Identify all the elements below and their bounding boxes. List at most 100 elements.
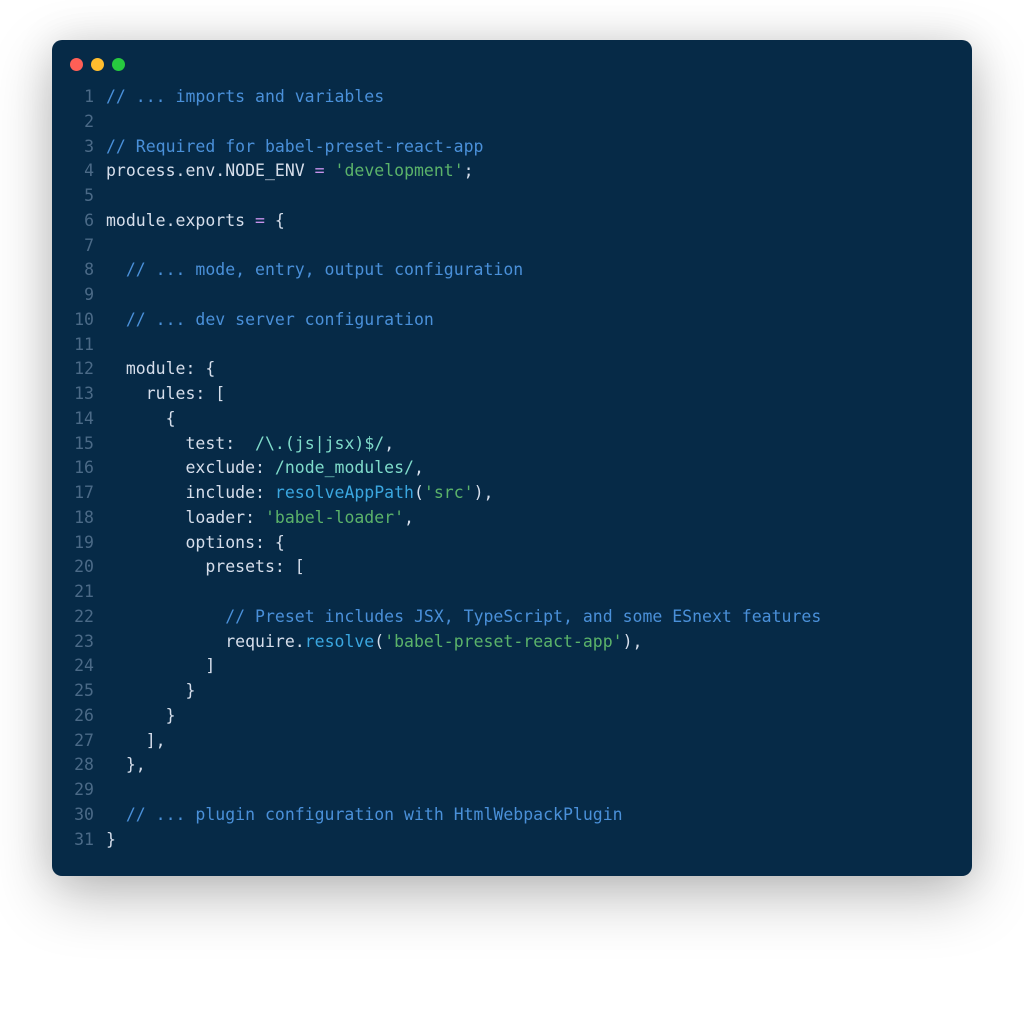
- code-line: 31}: [52, 828, 952, 853]
- token: [106, 805, 126, 824]
- line-number: 15: [52, 432, 106, 457]
- token: : {: [185, 359, 215, 378]
- line-number: 24: [52, 654, 106, 679]
- window-titlebar: [52, 58, 972, 85]
- code-content: {: [106, 407, 952, 432]
- code-line: 14 {: [52, 407, 952, 432]
- code-line: 24 ]: [52, 654, 952, 679]
- token: ),: [474, 483, 494, 502]
- code-line: 30 // ... plugin configuration with Html…: [52, 803, 952, 828]
- code-content: // ... imports and variables: [106, 85, 952, 110]
- code-content: [106, 184, 952, 209]
- code-content: }: [106, 828, 952, 853]
- code-content: ],: [106, 729, 952, 754]
- token: : [: [275, 557, 305, 576]
- code-line: 29: [52, 778, 952, 803]
- line-number: 23: [52, 630, 106, 655]
- code-line: 18 loader: 'babel-loader',: [52, 506, 952, 531]
- token: }: [106, 830, 116, 849]
- token: (: [414, 483, 424, 502]
- code-content: [106, 333, 952, 358]
- token: rules: [146, 384, 196, 403]
- code-content: [106, 283, 952, 308]
- code-content: include: resolveAppPath('src'),: [106, 481, 952, 506]
- token: process: [106, 161, 176, 180]
- code-content: options: {: [106, 531, 952, 556]
- token: // ... dev server configuration: [126, 310, 434, 329]
- token: [106, 533, 185, 552]
- token: {: [166, 409, 176, 428]
- code-content: rules: [: [106, 382, 952, 407]
- code-content: module: {: [106, 357, 952, 382]
- token: /\.(js|jsx)$/: [255, 434, 384, 453]
- token: ;: [464, 161, 474, 180]
- token: test: [185, 434, 225, 453]
- token: .: [295, 632, 305, 651]
- code-line: 22 // Preset includes JSX, TypeScript, a…: [52, 605, 952, 630]
- code-line: 28 },: [52, 753, 952, 778]
- token: [106, 706, 166, 725]
- token: ,: [404, 508, 414, 527]
- code-editor: 1// ... imports and variables2 3// Requi…: [52, 85, 972, 852]
- code-line: 10 // ... dev server configuration: [52, 308, 952, 333]
- token: NODE_ENV: [225, 161, 304, 180]
- token: [106, 607, 225, 626]
- token: .: [176, 161, 186, 180]
- code-content: module.exports = {: [106, 209, 952, 234]
- line-number: 4: [52, 159, 106, 184]
- token: // Preset includes JSX, TypeScript, and …: [225, 607, 821, 626]
- code-content: // ... plugin configuration with HtmlWeb…: [106, 803, 952, 828]
- token: // Required for babel-preset-react-app: [106, 137, 484, 156]
- code-content: [106, 234, 952, 259]
- minimize-icon[interactable]: [91, 58, 104, 71]
- code-line: 8 // ... mode, entry, output configurati…: [52, 258, 952, 283]
- code-content: [106, 580, 952, 605]
- code-content: },: [106, 753, 952, 778]
- line-number: 25: [52, 679, 106, 704]
- code-content: [106, 778, 952, 803]
- line-number: 7: [52, 234, 106, 259]
- line-number: 17: [52, 481, 106, 506]
- token: [106, 458, 185, 477]
- token: 'src': [424, 483, 474, 502]
- token: resolveAppPath: [275, 483, 414, 502]
- token: :: [225, 434, 255, 453]
- line-number: 29: [52, 778, 106, 803]
- line-number: 18: [52, 506, 106, 531]
- code-line: 23 require.resolve('babel-preset-react-a…: [52, 630, 952, 655]
- token: // ... plugin configuration with HtmlWeb…: [126, 805, 623, 824]
- code-line: 5: [52, 184, 952, 209]
- token: [106, 434, 185, 453]
- code-content: process.env.NODE_ENV = 'development';: [106, 159, 952, 184]
- line-number: 3: [52, 135, 106, 160]
- code-line: 17 include: resolveAppPath('src'),: [52, 481, 952, 506]
- code-content: test: /\.(js|jsx)$/,: [106, 432, 952, 457]
- token: :: [245, 508, 265, 527]
- token: // ... mode, entry, output configuration: [126, 260, 523, 279]
- token: resolve: [305, 632, 375, 651]
- line-number: 2: [52, 110, 106, 135]
- code-content: // ... dev server configuration: [106, 308, 952, 333]
- token: module: [106, 211, 166, 230]
- token: require: [225, 632, 295, 651]
- line-number: 10: [52, 308, 106, 333]
- token: exports: [176, 211, 246, 230]
- token: : {: [255, 533, 285, 552]
- token: presets: [205, 557, 275, 576]
- line-number: 31: [52, 828, 106, 853]
- code-line: 1// ... imports and variables: [52, 85, 952, 110]
- zoom-icon[interactable]: [112, 58, 125, 71]
- code-window: 1// ... imports and variables2 3// Requi…: [52, 40, 972, 876]
- line-number: 27: [52, 729, 106, 754]
- code-line: 11: [52, 333, 952, 358]
- token: =: [245, 211, 275, 230]
- close-icon[interactable]: [70, 58, 83, 71]
- line-number: 1: [52, 85, 106, 110]
- code-line: 21: [52, 580, 952, 605]
- token: [106, 681, 185, 700]
- code-content: // Preset includes JSX, TypeScript, and …: [106, 605, 952, 630]
- token: ],: [146, 731, 166, 750]
- code-line: 4process.env.NODE_ENV = 'development';: [52, 159, 952, 184]
- code-line: 16 exclude: /node_modules/,: [52, 456, 952, 481]
- code-content: presets: [: [106, 555, 952, 580]
